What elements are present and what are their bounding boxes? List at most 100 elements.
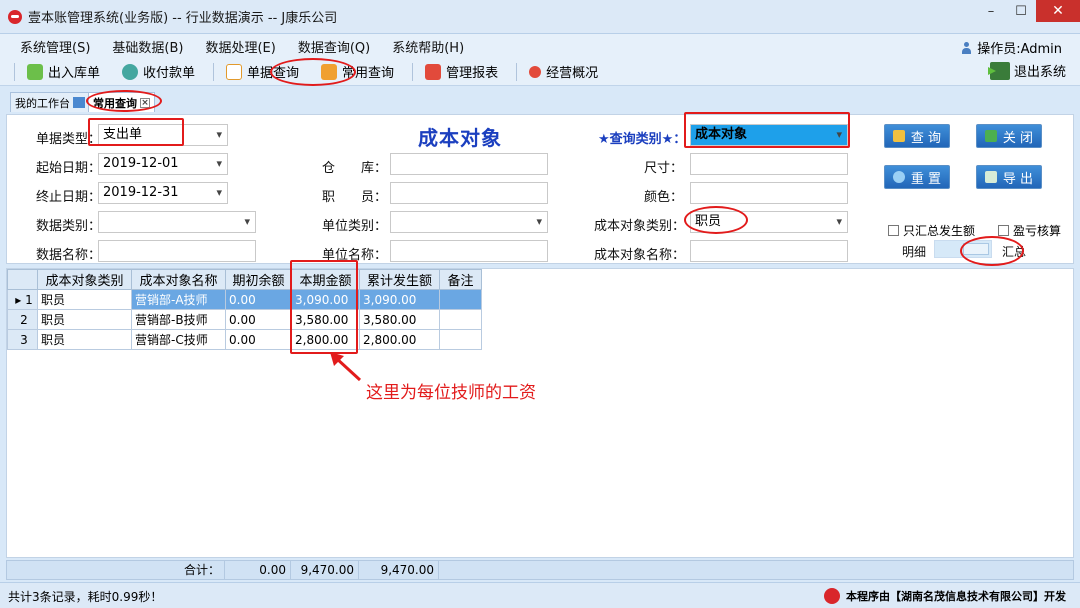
- end-date-picker[interactable]: 2019-12-31: [98, 182, 228, 204]
- size-input[interactable]: [690, 153, 848, 175]
- start-date-picker[interactable]: 2019-12-01: [98, 153, 228, 175]
- toolbar: 出入库单 收付款单 单据查询 常用查询 管理报表 经营概况: [0, 58, 1080, 86]
- minimize-button[interactable]: –: [976, 0, 1006, 22]
- profit-calc-label: 盈亏核算: [1013, 224, 1062, 238]
- exit-system-button[interactable]: 退出系统: [987, 61, 1066, 80]
- data-type-label: 数据类别：: [36, 219, 102, 234]
- totals-label: 合计：: [131, 561, 225, 579]
- close-form-button[interactable]: 关 闭: [976, 124, 1042, 148]
- summary-only-label: 只汇总发生额: [903, 224, 976, 238]
- cell-note[interactable]: [439, 309, 482, 330]
- credit-text: 本程序由【湖南名茂信息技术有限公司】开发: [846, 590, 1066, 603]
- cell-type[interactable]: 职员: [37, 309, 132, 330]
- data-name-label: 数据名称：: [36, 248, 102, 263]
- cell-opening[interactable]: 0.00: [225, 289, 292, 310]
- cell-name[interactable]: 营销部-C技师: [131, 329, 226, 350]
- reset-button[interactable]: 重 置: [884, 165, 950, 189]
- close-button[interactable]: ✕: [1036, 0, 1080, 22]
- overview-label: 经营概况: [546, 66, 599, 81]
- warehouse-label: 仓 库：: [322, 161, 388, 176]
- result-table: 成本对象类别 成本对象名称 期初余额 本期金额 累计发生额 备注 ▸ 1 职员 …: [7, 269, 482, 350]
- payment-doc-icon: [122, 63, 139, 80]
- column-cost-object-type[interactable]: 成本对象类别: [37, 269, 132, 290]
- stock-doc-icon: [27, 63, 43, 80]
- tab-workbench[interactable]: 我的工作台: [10, 92, 90, 112]
- cell-cumulative[interactable]: 3,090.00: [359, 289, 440, 310]
- stock-doc-button[interactable]: 出入库单: [23, 60, 104, 84]
- window-controls: – ☐ ✕: [976, 0, 1080, 26]
- unit-name-input[interactable]: [390, 240, 548, 262]
- data-type-select[interactable]: [98, 211, 256, 233]
- maximize-button[interactable]: ☐: [1006, 0, 1036, 22]
- exit-door-icon: [984, 130, 997, 142]
- current-row-marker: ▸: [15, 292, 22, 307]
- cell-cumulative[interactable]: 2,800.00: [359, 329, 440, 350]
- toolbar-divider: [412, 62, 414, 81]
- highlight-current-amount: [290, 260, 358, 354]
- pencil-icon: [892, 130, 905, 142]
- operator-label: 操作员:Admin: [977, 42, 1062, 57]
- menu-help[interactable]: 系统帮助(H): [392, 37, 464, 56]
- payment-doc-button[interactable]: 收付款单: [118, 60, 199, 84]
- totals-opening: 0.00: [225, 561, 291, 579]
- data-name-input[interactable]: [98, 240, 256, 262]
- staff-input[interactable]: [390, 182, 548, 204]
- developer-credit: 本程序由【湖南名茂信息技术有限公司】开发: [824, 588, 1066, 604]
- overview-button[interactable]: 经营概况: [525, 60, 602, 84]
- reset-button-label: 重 置: [910, 171, 942, 187]
- start-date-value: 2019-12-01: [103, 156, 179, 171]
- column-note[interactable]: 备注: [439, 269, 482, 290]
- cost-object-name-input[interactable]: [690, 240, 848, 262]
- stock-doc-label: 出入库单: [48, 66, 101, 81]
- column-cumulative-amount[interactable]: 累计发生额: [359, 269, 440, 290]
- cell-cumulative[interactable]: 3,580.00: [359, 309, 440, 330]
- unit-type-select[interactable]: [390, 211, 548, 233]
- highlight-cost-object-type: [684, 206, 748, 234]
- home-icon: [73, 97, 85, 108]
- column-opening-balance[interactable]: 期初余额: [225, 269, 292, 290]
- tab-workbench-label: 我的工作台: [15, 96, 70, 110]
- table-row[interactable]: ▸ 1 职员 营销部-A技师 0.00 3,090.00 3,090.00: [7, 289, 482, 310]
- summary-only-checkbox[interactable]: 只汇总发生额: [888, 222, 975, 239]
- row-header-column: [7, 269, 38, 290]
- color-input[interactable]: [690, 182, 848, 204]
- menu-basic-data[interactable]: 基础数据(B): [112, 37, 183, 56]
- menu-data-query[interactable]: 数据查询(Q): [298, 37, 370, 56]
- toolbar-divider: [516, 62, 518, 81]
- cell-opening[interactable]: 0.00: [225, 309, 292, 330]
- query-button-label: 查 询: [910, 130, 942, 146]
- query-button[interactable]: 查 询: [884, 124, 950, 148]
- status-text: 共计3条记录，耗时0.99秒！: [8, 590, 163, 604]
- export-button[interactable]: 导 出: [976, 165, 1042, 189]
- menu-data-process[interactable]: 数据处理(E): [205, 37, 275, 56]
- annotation-arrow-icon: [330, 352, 362, 382]
- table-row[interactable]: 2 职员 营销部-B技师 0.00 3,580.00 3,580.00: [7, 309, 482, 330]
- toolbar-divider: [213, 62, 215, 81]
- unit-type-label: 单位类别：: [322, 219, 388, 234]
- profit-calc-checkbox[interactable]: 盈亏核算: [998, 222, 1061, 239]
- company-logo-icon: [824, 588, 840, 604]
- overview-icon: [529, 65, 542, 78]
- warehouse-input[interactable]: [390, 153, 548, 175]
- cell-type[interactable]: 职员: [37, 329, 132, 350]
- status-bar: 共计3条记录，耗时0.99秒！ 本程序由【湖南名茂信息技术有限公司】开发: [0, 582, 1080, 608]
- cell-opening[interactable]: 0.00: [225, 329, 292, 350]
- highlight-active-tab: [86, 90, 162, 112]
- operator-info: 操作员:Admin: [961, 38, 1062, 57]
- end-date-value: 2019-12-31: [103, 185, 179, 200]
- cell-type[interactable]: 职员: [37, 289, 132, 310]
- report-label: 管理报表: [446, 66, 499, 81]
- table-header-row: 成本对象类别 成本对象名称 期初余额 本期金额 累计发生额 备注: [7, 269, 482, 290]
- cell-note[interactable]: [439, 329, 482, 350]
- cell-note[interactable]: [439, 289, 482, 310]
- menu-system[interactable]: 系统管理(S): [20, 37, 90, 56]
- report-button[interactable]: 管理报表: [421, 60, 502, 84]
- size-label: 尺寸：: [644, 161, 684, 176]
- row-index: 2: [7, 309, 38, 330]
- exit-label: 退出系统: [1013, 65, 1066, 80]
- column-cost-object-name[interactable]: 成本对象名称: [131, 269, 226, 290]
- doc-query-icon: [226, 63, 243, 80]
- table-row[interactable]: 3 职员 营销部-C技师 0.00 2,800.00 2,800.00: [7, 329, 482, 350]
- cell-name[interactable]: 营销部-B技师: [131, 309, 226, 330]
- cell-name[interactable]: 营销部-A技师: [131, 289, 226, 310]
